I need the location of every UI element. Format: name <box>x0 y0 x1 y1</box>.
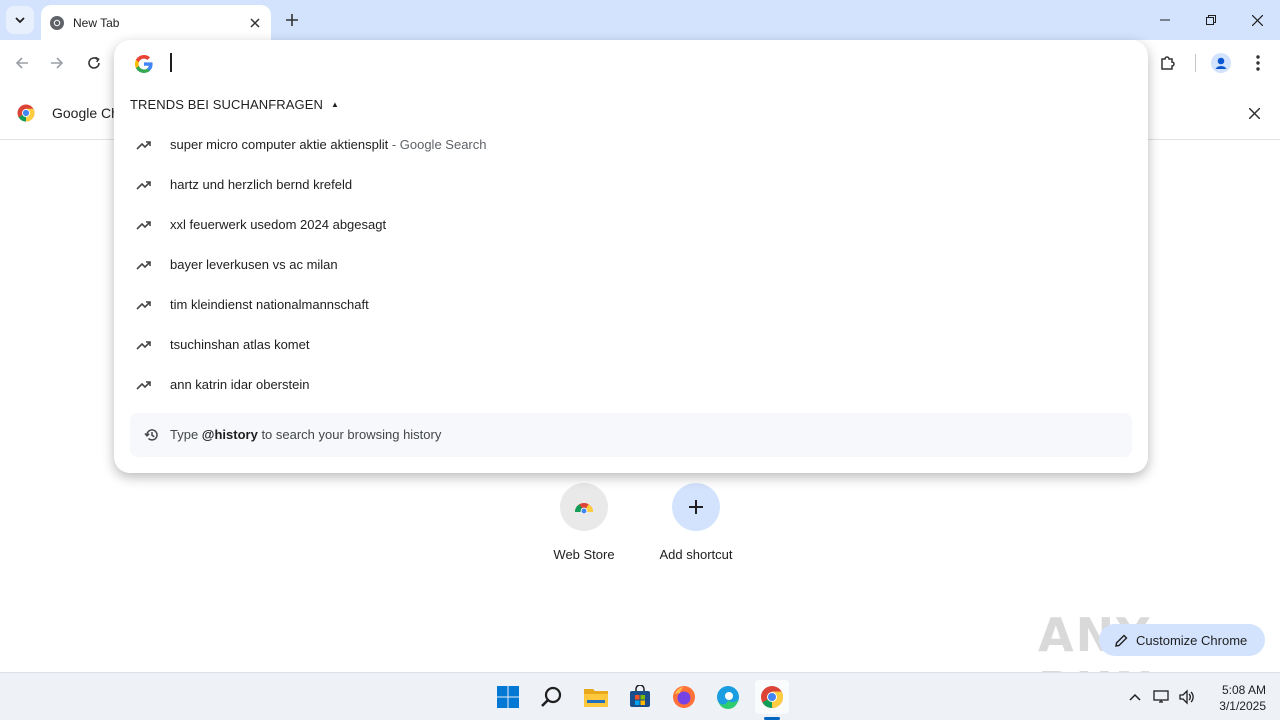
shortcut-tile <box>560 483 608 531</box>
tab-close-button[interactable] <box>245 13 265 33</box>
chevron-down-icon <box>15 17 25 24</box>
clock-date: 3/1/2025 <box>1219 699 1266 713</box>
taskbar-firefox[interactable] <box>667 680 701 714</box>
customize-chrome-button[interactable]: Customize Chrome <box>1099 624 1265 656</box>
chevron-up-icon <box>1129 693 1141 701</box>
profile-button[interactable] <box>1208 50 1234 76</box>
info-bar-close-button[interactable] <box>1244 103 1264 123</box>
text-caret <box>170 53 172 72</box>
volume-button[interactable] <box>1177 687 1197 707</box>
suggestion-text: xxl feuerwerk usedom 2024 abgesagt <box>170 217 387 232</box>
close-icon <box>1251 14 1263 26</box>
info-bar-text: Google Ch <box>52 105 119 121</box>
new-tab-button[interactable] <box>280 8 304 32</box>
close-icon <box>250 17 260 28</box>
start-icon <box>497 686 519 708</box>
search-icon <box>541 686 562 707</box>
store-icon <box>630 685 650 707</box>
firefox-icon <box>673 686 695 708</box>
shortcut-add[interactable]: Add shortcut <box>641 483 751 562</box>
arrow-right-icon <box>51 57 64 69</box>
taskbar-store[interactable] <box>623 680 657 714</box>
suggestion-text: bayer leverkusen vs ac milan <box>170 257 338 272</box>
reload-icon <box>88 56 100 69</box>
network-button[interactable] <box>1152 687 1172 707</box>
trends-heading[interactable]: TRENDS BEI SUCHANFRAGEN ▲ <box>130 97 339 112</box>
trending-up-icon <box>136 381 151 390</box>
chrome-favicon-icon <box>50 15 64 30</box>
plus-icon <box>689 500 703 514</box>
trending-up-icon <box>136 261 151 270</box>
close-window-button[interactable] <box>1234 0 1280 40</box>
omnibox-dropdown: TRENDS BEI SUCHANFRAGEN ▲ super micro co… <box>114 40 1148 473</box>
suggestion-text: hartz und herzlich bernd krefeld <box>170 177 353 192</box>
title-bar: New Tab <box>0 0 1280 40</box>
start-button[interactable] <box>491 680 525 714</box>
reload-button[interactable] <box>81 50 107 76</box>
history-hint[interactable]: Type @history to search your browsing hi… <box>130 413 1132 457</box>
suggestion-item[interactable]: tsuchinshan atlas komet <box>114 325 1148 365</box>
history-hint-text: Type @history to search your browsing hi… <box>170 427 442 442</box>
chrome-icon <box>761 686 784 708</box>
history-icon <box>144 429 158 441</box>
plus-icon <box>286 14 298 26</box>
menu-button[interactable] <box>1245 50 1271 76</box>
suggestion-item[interactable]: xxl feuerwerk usedom 2024 abgesagt <box>114 205 1148 245</box>
suggestion-item[interactable]: super micro computer aktie aktiensplit -… <box>114 125 1148 165</box>
google-logo-icon <box>135 55 153 73</box>
arrow-left-icon <box>15 57 28 69</box>
customize-chrome-label: Customize Chrome <box>1136 632 1248 648</box>
taskbar-file-explorer[interactable] <box>579 680 613 714</box>
trending-up-icon <box>136 301 151 310</box>
forward-button[interactable] <box>44 50 70 76</box>
suggestion-text: super micro computer aktie aktiensplit -… <box>170 137 487 152</box>
taskbar: 5:08 AM 3/1/2025 <box>0 672 1280 720</box>
suggestion-text: ann katrin idar oberstein <box>170 377 310 392</box>
suggestion-text: tim kleindienst nationalmannschaft <box>170 297 369 312</box>
volume-icon <box>1179 689 1194 705</box>
edge-icon <box>717 686 739 709</box>
trending-up-icon <box>136 181 151 190</box>
taskbar-edge[interactable] <box>711 680 745 714</box>
taskbar-chrome[interactable] <box>755 680 789 714</box>
more-vert-icon <box>1256 55 1260 71</box>
close-icon <box>1248 107 1260 119</box>
suggestion-item[interactable]: tim kleindienst nationalmannschaft <box>114 285 1148 325</box>
trending-up-icon <box>136 341 151 350</box>
chrome-web-store-icon <box>575 503 593 514</box>
back-button[interactable] <box>9 50 35 76</box>
shortcut-label: Web Store <box>553 547 615 562</box>
tab-search-button[interactable] <box>6 6 34 34</box>
restore-button[interactable] <box>1188 0 1234 40</box>
suggestion-item[interactable]: ann katrin idar oberstein <box>114 365 1148 405</box>
show-hidden-icons-button[interactable] <box>1125 687 1145 707</box>
collapse-triangle-icon: ▲ <box>331 100 340 109</box>
minimize-icon <box>1160 19 1170 21</box>
puzzle-icon <box>1161 56 1175 70</box>
restore-icon <box>1206 15 1216 25</box>
pencil-icon <box>1115 634 1128 647</box>
suggestion-text: tsuchinshan atlas komet <box>170 337 310 352</box>
tab-new-tab[interactable]: New Tab <box>41 5 271 40</box>
trending-up-icon <box>136 141 151 150</box>
toolbar-separator <box>1195 54 1196 72</box>
chrome-logo-icon <box>17 104 35 122</box>
clock[interactable]: 5:08 AM 3/1/2025 <box>1206 682 1266 714</box>
shortcut-web-store[interactable]: Web Store <box>529 483 639 562</box>
tab-title: New Tab <box>73 15 120 30</box>
minimize-button[interactable] <box>1142 0 1188 40</box>
trending-up-icon <box>136 221 151 230</box>
network-icon <box>1153 690 1169 703</box>
taskbar-search-button[interactable] <box>535 680 569 714</box>
file-explorer-icon <box>584 689 608 707</box>
shortcut-tile <box>672 483 720 531</box>
suggestion-item[interactable]: bayer leverkusen vs ac milan <box>114 245 1148 285</box>
avatar-icon <box>1211 53 1231 73</box>
shortcut-label: Add shortcut <box>659 547 733 562</box>
trends-heading-label: TRENDS BEI SUCHANFRAGEN <box>130 97 323 112</box>
suggestion-item[interactable]: hartz und herzlich bernd krefeld <box>114 165 1148 205</box>
extensions-button[interactable] <box>1155 50 1181 76</box>
clock-time: 5:08 AM <box>1221 683 1266 697</box>
omnibox-input[interactable] <box>166 50 1126 76</box>
